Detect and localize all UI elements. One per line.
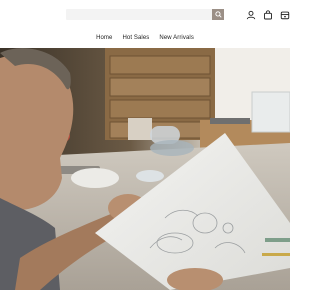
- search-input[interactable]: [66, 9, 220, 20]
- account-button[interactable]: [244, 8, 257, 21]
- cart-button[interactable]: [261, 8, 274, 21]
- site-header: Home Hot Sales New Arrivals: [0, 0, 290, 48]
- search-icon: [214, 11, 222, 18]
- search-button[interactable]: [212, 9, 224, 20]
- artisan-photo: [0, 48, 290, 290]
- nav-item-hot-sales[interactable]: Hot Sales: [122, 35, 149, 41]
- bag-icon: [280, 11, 289, 19]
- nav-item-home[interactable]: Home: [96, 35, 112, 41]
- header-icons: [244, 8, 291, 21]
- nav-item-new-arrivals[interactable]: New Arrivals: [159, 35, 194, 41]
- main-nav: Home Hot Sales New Arrivals: [0, 35, 290, 41]
- bag-button[interactable]: [278, 8, 291, 21]
- search-bar: [66, 9, 224, 20]
- cart-icon: [263, 9, 272, 19]
- user-icon: [246, 10, 255, 19]
- hero-image[interactable]: [0, 48, 290, 290]
